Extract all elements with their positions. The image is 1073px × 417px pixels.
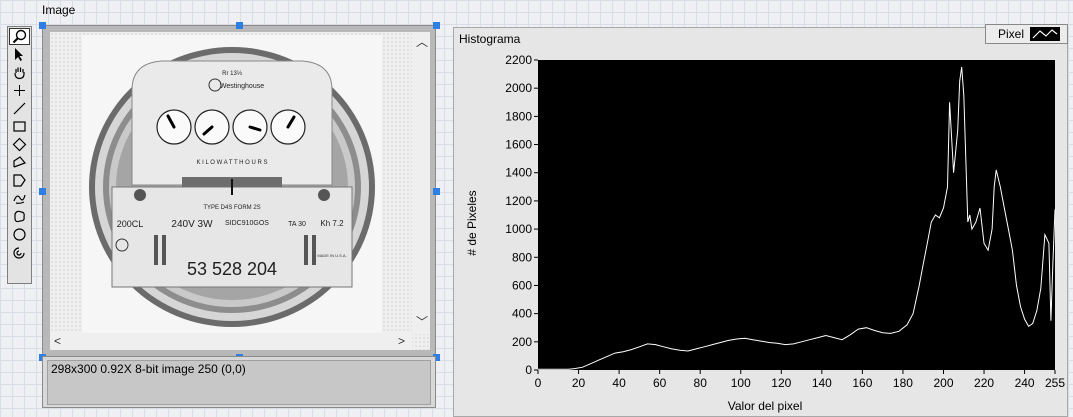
- image-info-text: 298x300 0.92X 8-bit image 250 (0,0): [51, 362, 246, 376]
- meter-rr-text: Rr 13⅓: [222, 71, 242, 77]
- x-tick-label: 255: [1045, 376, 1065, 390]
- y-tick-label: 1000: [505, 222, 532, 236]
- plot-legend[interactable]: Pixel: [985, 24, 1068, 44]
- resize-handle[interactable]: [433, 188, 440, 195]
- scroll-up-icon[interactable]: ︿: [416, 36, 428, 48]
- y-tick-label: 1200: [505, 194, 532, 208]
- meter-made-text: MADE IN U.S.A.: [317, 253, 346, 258]
- meter-type-text: TYPE D4S FORM 2S: [203, 205, 260, 211]
- rotated-rect-tool-icon[interactable]: [9, 136, 30, 153]
- meter-class-text: 200CL: [117, 219, 144, 229]
- zoom-tool-icon[interactable]: [9, 28, 30, 45]
- scroll-left-icon[interactable]: <: [54, 335, 61, 347]
- meter-brand-text: Westinghouse: [220, 83, 264, 90]
- resize-handle[interactable]: [39, 188, 46, 195]
- y-tick-label: 800: [512, 250, 532, 264]
- resize-handle[interactable]: [433, 22, 440, 29]
- y-tick-label: 0: [525, 363, 532, 377]
- crosshair-point-icon[interactable]: [9, 82, 30, 99]
- oval-tool-icon[interactable]: [9, 226, 30, 243]
- scroll-down-icon[interactable]: ﹀: [416, 316, 428, 328]
- meter-kh-text: Kh 7.2: [320, 219, 344, 228]
- x-tick-label: 220: [974, 376, 994, 390]
- x-tick-label: 140: [812, 376, 832, 390]
- x-tick-label: 20: [572, 376, 586, 390]
- x-tick-label: 240: [1015, 376, 1035, 390]
- x-tick-label: 200: [933, 376, 953, 390]
- x-tick-label: 100: [731, 376, 751, 390]
- line-tool-icon[interactable]: [9, 100, 30, 117]
- legend-line-swatch-icon: [1030, 27, 1061, 41]
- x-tick-label: 120: [771, 376, 791, 390]
- x-axis-title: Valor del pixel: [727, 399, 803, 413]
- freehand-line-icon[interactable]: [9, 190, 30, 207]
- resize-handle[interactable]: [236, 22, 243, 29]
- y-tick-label: 1800: [505, 109, 532, 123]
- y-tick-label: 2200: [505, 53, 532, 67]
- y-tick-label: 600: [512, 278, 532, 292]
- pointer-tool-icon[interactable]: [9, 46, 30, 63]
- y-tick-label: 400: [512, 307, 532, 321]
- y-tick-label: 200: [512, 335, 532, 349]
- x-tick-label: 80: [694, 376, 708, 390]
- meter-volt-text: 240V 3W: [171, 219, 213, 230]
- resize-handle[interactable]: [39, 22, 46, 29]
- polygon-tool-icon[interactable]: [9, 172, 30, 189]
- y-tick-label: 2000: [505, 81, 532, 95]
- image-panel-label: Image: [42, 3, 76, 17]
- image-vertical-scrollbar[interactable]: ︿ ﹀: [412, 32, 430, 334]
- y-axis-title: # de Pixeles: [465, 190, 479, 256]
- x-tick-label: 160: [852, 376, 872, 390]
- roi-tool-palette: [7, 26, 32, 284]
- annulus-tool-icon[interactable]: [9, 244, 30, 261]
- x-tick-label: 60: [653, 376, 667, 390]
- meter-photo: Rr 13⅓ Westinghouse K I L O W A T T H O …: [82, 35, 382, 333]
- y-tick-label: 1400: [505, 166, 532, 180]
- freehand-region-icon[interactable]: [9, 208, 30, 225]
- legend-label: Pixel: [998, 27, 1025, 41]
- x-tick-label: 0: [535, 376, 542, 390]
- meter-amp-text: TA 30: [288, 221, 306, 228]
- y-tick-label: 1600: [505, 138, 532, 152]
- meter-reading-text: 53 528 204: [187, 259, 277, 279]
- histogram-chart: 0200400600800100012001400160018002000220…: [505, 53, 1065, 390]
- pan-hand-icon[interactable]: [9, 64, 30, 81]
- x-tick-label: 40: [612, 376, 626, 390]
- x-tick-label: 180: [893, 376, 913, 390]
- image-horizontal-scrollbar[interactable]: < >: [50, 333, 412, 350]
- meter-kwh-text: K I L O W A T T H O U R S: [196, 160, 267, 166]
- meter-serial-text: SIDC910GOS: [225, 220, 269, 227]
- rectangle-tool-icon[interactable]: [9, 118, 30, 135]
- scroll-right-icon[interactable]: >: [398, 335, 405, 347]
- histogram-title: Histograma: [459, 32, 521, 46]
- polyline-tool-icon[interactable]: [9, 154, 30, 171]
